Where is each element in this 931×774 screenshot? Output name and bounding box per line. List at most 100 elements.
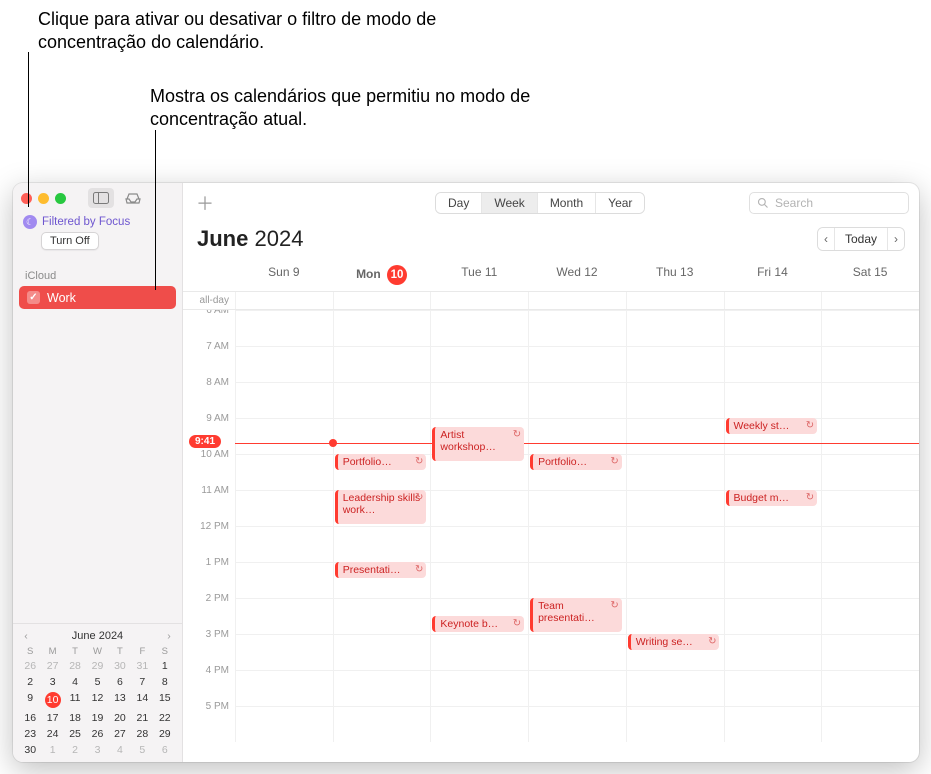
- mini-day[interactable]: 1: [41, 742, 63, 758]
- time-cell[interactable]: [821, 310, 919, 346]
- calendar-event[interactable]: Keynote b…↻: [432, 616, 524, 632]
- time-cell[interactable]: [430, 670, 528, 706]
- time-cell[interactable]: [821, 490, 919, 526]
- time-cell[interactable]: [528, 526, 626, 562]
- time-cell[interactable]: [821, 670, 919, 706]
- time-cell[interactable]: [821, 418, 919, 454]
- day-header-fri[interactable]: Fri 14: [724, 259, 822, 291]
- time-cell[interactable]: [235, 562, 333, 598]
- time-cell[interactable]: [821, 706, 919, 742]
- mini-day[interactable]: 13: [109, 690, 131, 710]
- time-cell[interactable]: [724, 454, 822, 490]
- mini-day[interactable]: 31: [131, 658, 153, 674]
- mini-day[interactable]: 27: [109, 726, 131, 742]
- mini-next-button[interactable]: ›: [162, 630, 176, 642]
- day-header-mon[interactable]: Mon 10: [333, 259, 431, 291]
- time-cell[interactable]: [333, 382, 431, 418]
- mini-day[interactable]: 4: [109, 742, 131, 758]
- time-cell[interactable]: [333, 706, 431, 742]
- mini-day[interactable]: 27: [41, 658, 63, 674]
- time-cell[interactable]: [821, 382, 919, 418]
- mini-day[interactable]: 15: [154, 690, 176, 710]
- time-cell[interactable]: [235, 634, 333, 670]
- calendar-event[interactable]: Artist workshop…↻: [432, 427, 524, 461]
- time-cell[interactable]: [626, 310, 724, 346]
- calendar-event[interactable]: Budget m…↻: [726, 490, 818, 506]
- mini-day[interactable]: 23: [19, 726, 41, 742]
- calendar-event[interactable]: Team presentati…↻: [530, 598, 622, 632]
- mini-day[interactable]: 12: [86, 690, 108, 710]
- time-cell[interactable]: [235, 670, 333, 706]
- time-cell[interactable]: [626, 418, 724, 454]
- mini-day[interactable]: 5: [86, 674, 108, 690]
- time-cell[interactable]: [235, 706, 333, 742]
- time-cell[interactable]: [333, 634, 431, 670]
- mini-day[interactable]: 30: [19, 742, 41, 758]
- time-cell[interactable]: [430, 706, 528, 742]
- time-cell[interactable]: [821, 526, 919, 562]
- time-cell[interactable]: [430, 490, 528, 526]
- calendar-item-work[interactable]: ✓ Work: [19, 286, 176, 309]
- add-event-button[interactable]: ＋: [193, 191, 217, 215]
- mini-day[interactable]: 4: [64, 674, 86, 690]
- minimize-icon[interactable]: [38, 193, 49, 204]
- mini-day[interactable]: 28: [64, 658, 86, 674]
- view-year-button[interactable]: Year: [595, 193, 644, 213]
- time-cell[interactable]: [724, 382, 822, 418]
- mini-prev-button[interactable]: ‹: [19, 630, 33, 642]
- time-cell[interactable]: [724, 526, 822, 562]
- time-cell[interactable]: [333, 670, 431, 706]
- time-cell[interactable]: [235, 382, 333, 418]
- time-cell[interactable]: [626, 454, 724, 490]
- mini-day[interactable]: 18: [64, 710, 86, 726]
- today-button[interactable]: Today: [834, 228, 887, 250]
- calendar-event[interactable]: Leadership skills work…↻: [335, 490, 427, 524]
- time-cell[interactable]: [626, 706, 724, 742]
- time-cell[interactable]: [724, 706, 822, 742]
- time-cell[interactable]: [333, 418, 431, 454]
- calendar-event[interactable]: Portfolio…↻: [530, 454, 622, 470]
- time-cell[interactable]: [528, 706, 626, 742]
- calendar-event[interactable]: Presentati…↻: [335, 562, 427, 578]
- mini-day[interactable]: 5: [131, 742, 153, 758]
- time-cell[interactable]: [821, 346, 919, 382]
- mini-day[interactable]: 16: [19, 710, 41, 726]
- day-header-sat[interactable]: Sat 15: [821, 259, 919, 291]
- time-cell[interactable]: [724, 598, 822, 634]
- time-cell[interactable]: [235, 418, 333, 454]
- mini-day[interactable]: 17: [41, 710, 63, 726]
- time-cell[interactable]: [528, 382, 626, 418]
- time-cell[interactable]: [333, 310, 431, 346]
- day-header-wed[interactable]: Wed 12: [528, 259, 626, 291]
- calendar-event[interactable]: Writing se…↻: [628, 634, 720, 650]
- time-cell[interactable]: [333, 598, 431, 634]
- zoom-icon[interactable]: [55, 193, 66, 204]
- time-cell[interactable]: [626, 562, 724, 598]
- view-day-button[interactable]: Day: [436, 193, 481, 213]
- time-cell[interactable]: [430, 310, 528, 346]
- day-header-thu[interactable]: Thu 13: [626, 259, 724, 291]
- time-cell[interactable]: [235, 454, 333, 490]
- mini-day[interactable]: 30: [109, 658, 131, 674]
- time-cell[interactable]: [528, 418, 626, 454]
- time-cell[interactable]: [528, 634, 626, 670]
- time-cell[interactable]: [528, 310, 626, 346]
- time-cell[interactable]: [430, 526, 528, 562]
- mini-day[interactable]: 26: [86, 726, 108, 742]
- time-cell[interactable]: [430, 562, 528, 598]
- mini-day[interactable]: 1: [154, 658, 176, 674]
- time-cell[interactable]: [821, 562, 919, 598]
- time-cell[interactable]: [626, 670, 724, 706]
- prev-week-button[interactable]: ‹: [818, 228, 834, 250]
- mini-day[interactable]: 7: [131, 674, 153, 690]
- focus-filter-label-row[interactable]: ☾ Filtered by Focus: [23, 215, 176, 229]
- time-cell[interactable]: [333, 526, 431, 562]
- sidebar-toggle-button[interactable]: [88, 188, 114, 208]
- mini-day[interactable]: 8: [154, 674, 176, 690]
- time-cell[interactable]: [528, 346, 626, 382]
- time-cell[interactable]: [724, 670, 822, 706]
- time-grid[interactable]: 6 AM7 AM8 AM9 AM10 AM11 AM12 PM1 PM2 PM3…: [183, 310, 919, 762]
- mini-day[interactable]: 6: [109, 674, 131, 690]
- mini-day[interactable]: 3: [41, 674, 63, 690]
- day-header-sun[interactable]: Sun 9: [235, 259, 333, 291]
